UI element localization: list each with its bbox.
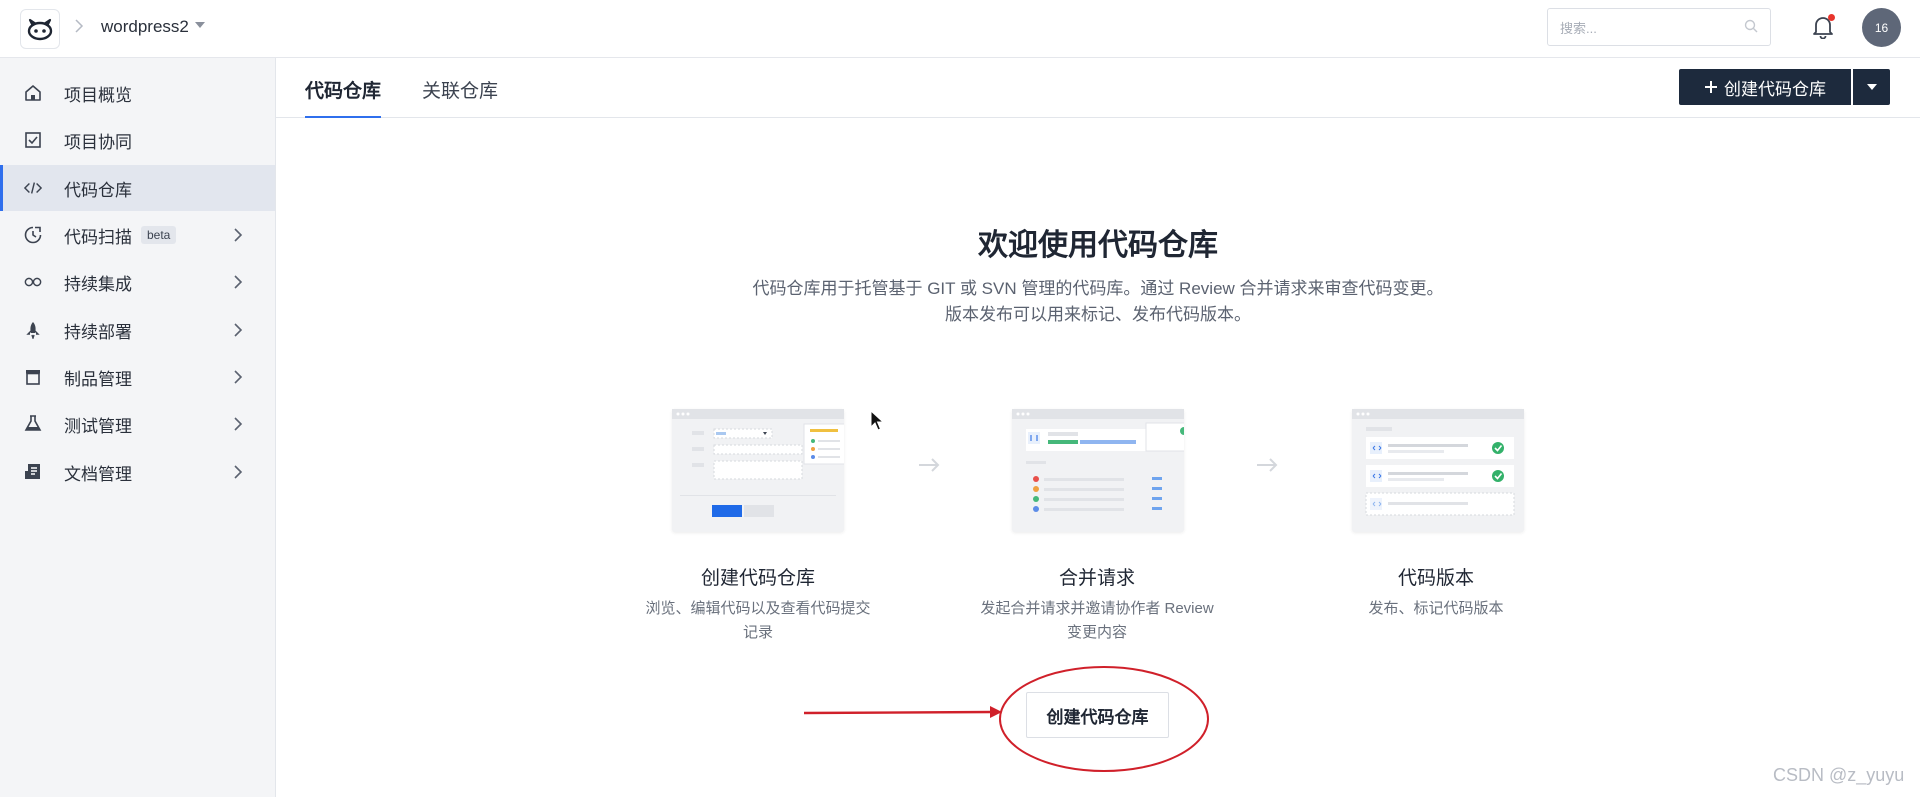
chevron-right-icon: [233, 464, 243, 485]
package-icon: [24, 368, 42, 386]
chevron-right-icon: [233, 274, 243, 295]
create-repo-dropdown-button[interactable]: [1853, 69, 1890, 105]
annotation-overlay: [803, 666, 1209, 772]
plus-icon: [1705, 81, 1717, 93]
project-name[interactable]: wordpress2: [101, 17, 189, 37]
feature-desc-line: 发起合并请求并邀请协作者 Review: [980, 600, 1214, 617]
welcome-description: 代码仓库用于托管基于 GIT 或 SVN 管理的代码库。通过 Review 合并…: [276, 276, 1920, 328]
sidebar-item-label: 测试管理: [64, 416, 132, 436]
notification-dot: [1828, 14, 1835, 21]
sidebar-item-label: 项目协同: [64, 132, 132, 152]
rocket-icon: [24, 321, 42, 339]
sidebar-item-code-repo[interactable]: 代码仓库: [0, 165, 275, 211]
feature-description: 浏览、编辑代码以及查看代码提交 记录: [628, 597, 888, 645]
chevron-right-icon: [233, 416, 243, 437]
scan-icon: [24, 226, 42, 244]
sidebar-item-label: 项目概览: [64, 85, 132, 105]
tab-linked-repo[interactable]: 关联仓库: [422, 76, 498, 118]
beta-badge: beta: [141, 226, 177, 244]
chevron-right-icon: [233, 369, 243, 390]
sidebar-item-docs[interactable]: 文档管理: [0, 449, 275, 495]
infinity-icon: [24, 273, 42, 291]
feature-title: 创建代码仓库: [700, 568, 815, 589]
create-repo-label: 创建代码仓库: [1724, 79, 1826, 99]
tab-bar: 代码仓库 关联仓库: [276, 58, 1920, 118]
sidebar-item-code-scan[interactable]: 代码扫描 beta: [0, 212, 275, 258]
sidebar-item-collaboration[interactable]: 项目协同: [0, 117, 275, 163]
logo-icon[interactable]: [20, 9, 60, 49]
sidebar-item-label: 代码仓库: [64, 180, 132, 200]
feature-title: 合并请求: [1058, 568, 1135, 589]
feature-desc-line: 变更内容: [1066, 624, 1127, 641]
sidebar-item-label: 持续集成: [64, 274, 132, 294]
chevron-right-icon: [74, 18, 84, 39]
feature-title: 代码版本: [1397, 568, 1474, 589]
code-icon: [24, 179, 42, 197]
create-repo-illustration: [672, 409, 849, 532]
welcome-title: 欢迎使用代码仓库: [978, 229, 1218, 262]
caret-down-icon: [1866, 84, 1877, 90]
feature-description: 发布、标记代码版本: [1306, 597, 1566, 621]
search-input[interactable]: 搜索...: [1547, 8, 1771, 46]
feature-desc-line: 发布、标记代码版本: [1368, 600, 1504, 617]
search-icon: [1744, 19, 1758, 36]
welcome-desc-line: 版本发布可以用来标记、发布代码版本。: [945, 305, 1251, 324]
search-placeholder: 搜索...: [1560, 20, 1597, 36]
watermark: CSDN @z_yuyu: [1773, 765, 1905, 785]
feature-desc-line: 记录: [742, 624, 773, 641]
annotation-arrow-head: [990, 706, 1002, 718]
flask-icon: [24, 415, 42, 433]
sidebar-item-overview[interactable]: 项目概览: [0, 70, 275, 116]
sidebar-item-label: 文档管理: [64, 464, 132, 484]
document-icon: [24, 463, 42, 481]
sidebar-item-label: 持续部署: [64, 322, 132, 342]
chevron-right-icon: [233, 227, 243, 248]
create-repo-button[interactable]: 创建代码仓库: [1679, 69, 1851, 105]
feature-description: 发起合并请求并邀请协作者 Review 变更内容: [967, 597, 1227, 645]
caret-down-icon[interactable]: [195, 22, 205, 28]
sidebar: 项目概览 项目协同 代码仓库 代码扫描 beta 持续集成 持续部署 制品管理 …: [0, 58, 276, 797]
sidebar-item-cd[interactable]: 持续部署: [0, 307, 275, 353]
merge-request-illustration: [1012, 409, 1193, 532]
avatar[interactable]: 16: [1862, 8, 1901, 47]
checkbox-icon: [24, 131, 42, 149]
top-bar: wordpress2 搜索... 16: [0, 0, 1920, 58]
feature-desc-line: 浏览、编辑代码以及查看代码提交: [645, 600, 871, 617]
annotation-arrow-line: [803, 710, 993, 715]
tab-code-repo[interactable]: 代码仓库: [305, 76, 382, 118]
sidebar-item-label: 代码扫描: [64, 227, 132, 247]
chevron-right-icon: [233, 322, 243, 343]
arrow-right-icon: [1256, 458, 1278, 477]
create-repo-center-button[interactable]: 创建代码仓库: [1026, 692, 1169, 738]
code-version-illustration: [1352, 409, 1524, 532]
sidebar-item-label: 制品管理: [64, 369, 132, 389]
arrow-right-icon: [918, 458, 940, 477]
mouse-cursor-icon: [870, 409, 885, 437]
welcome-desc-line: 代码仓库用于托管基于 GIT 或 SVN 管理的代码库。通过 Review 合并…: [752, 279, 1444, 298]
sidebar-item-artifacts[interactable]: 制品管理: [0, 354, 275, 400]
sidebar-item-testing[interactable]: 测试管理: [0, 401, 275, 447]
sidebar-item-ci[interactable]: 持续集成: [0, 259, 275, 305]
home-icon: [24, 84, 42, 102]
